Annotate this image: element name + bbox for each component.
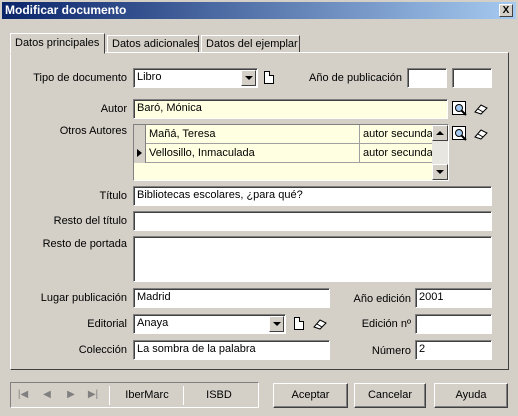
- anio-edicion-label: Año edición: [353, 293, 412, 305]
- tab-datos-principales[interactable]: Datos principales: [10, 33, 105, 54]
- search-icon[interactable]: [452, 101, 468, 117]
- resto-portada-label: Resto de portada: [42, 238, 127, 250]
- table-row[interactable]: Vellosillo, Inmaculada autor secunda: [134, 144, 432, 163]
- grid-cell-name[interactable]: Mañá, Teresa: [149, 128, 358, 140]
- dropdown-arrow-icon[interactable]: [241, 70, 256, 86]
- dropdown-arrow-icon[interactable]: [269, 316, 284, 332]
- window-title: Modificar documento: [5, 3, 127, 17]
- eraser-icon[interactable]: [313, 318, 327, 330]
- scroll-down-icon[interactable]: [432, 164, 448, 180]
- isbd-button[interactable]: ISBD: [189, 388, 249, 403]
- numero-label: Número: [371, 345, 411, 357]
- resto-titulo-label: Resto del título: [53, 215, 127, 227]
- modificar-documento-dialog: Modificar documento X Datos principales …: [0, 0, 518, 416]
- anio-edicion-field[interactable]: 2001: [415, 288, 492, 308]
- lugar-publicacion-field[interactable]: Madrid: [133, 288, 330, 308]
- separator: [183, 386, 184, 405]
- eraser-icon[interactable]: [474, 128, 488, 140]
- next-record-icon[interactable]: ▶: [65, 389, 77, 401]
- aceptar-button[interactable]: Aceptar: [273, 383, 348, 408]
- title-bar: Modificar documento X: [2, 2, 516, 19]
- close-button[interactable]: X: [499, 4, 513, 17]
- last-record-icon[interactable]: ▶|: [87, 389, 99, 401]
- tipo-documento-value: Libro: [137, 71, 162, 83]
- titulo-label: Título: [99, 190, 127, 202]
- anio-publicacion-label: Año de publicación: [309, 72, 402, 84]
- numero-field[interactable]: 2: [415, 340, 492, 360]
- editorial-label: Editorial: [87, 318, 127, 330]
- grid-cell-role[interactable]: autor secunda: [359, 125, 432, 144]
- edicion-no-label: Edición nº: [361, 318, 411, 330]
- new-document-icon[interactable]: [294, 317, 304, 330]
- cancelar-button[interactable]: Cancelar: [354, 383, 426, 408]
- tipo-documento-select[interactable]: Libro: [133, 68, 258, 88]
- new-document-icon[interactable]: [264, 71, 274, 84]
- row-indicator-selected[interactable]: [134, 144, 146, 163]
- previous-record-icon[interactable]: ◀: [41, 389, 53, 401]
- ibermarc-button[interactable]: IberMarc: [115, 388, 179, 403]
- otros-autores-label: Otros Autores: [59, 125, 127, 137]
- row-indicator[interactable]: [134, 125, 146, 144]
- autor-field[interactable]: Baró, Mónica: [133, 99, 448, 119]
- resto-portada-textarea[interactable]: [133, 236, 492, 282]
- autor-label: Autor: [100, 103, 127, 115]
- resto-titulo-field[interactable]: [133, 211, 492, 231]
- coleccion-field[interactable]: La sombra de la palabra: [133, 340, 330, 360]
- coleccion-label: Colección: [78, 344, 127, 356]
- scroll-up-icon[interactable]: [432, 125, 448, 141]
- table-row[interactable]: Mañá, Teresa autor secunda: [134, 125, 432, 144]
- anio-publicacion-field-1[interactable]: [407, 68, 447, 88]
- anio-publicacion-field-2[interactable]: [452, 68, 492, 88]
- ayuda-button[interactable]: Ayuda: [434, 383, 508, 408]
- tipo-documento-label: Tipo de documento: [33, 72, 127, 84]
- eraser-icon[interactable]: [474, 103, 488, 115]
- first-record-icon[interactable]: |◀: [17, 389, 29, 401]
- search-icon[interactable]: [452, 126, 468, 142]
- editorial-value: Anaya: [137, 317, 169, 329]
- grid-scrollbar[interactable]: [432, 125, 448, 180]
- tab-datos-adicionales[interactable]: Datos adicionales: [107, 35, 199, 53]
- editorial-select[interactable]: Anaya: [133, 314, 286, 334]
- edicion-no-field[interactable]: [415, 314, 492, 334]
- tab-datos-ejemplar[interactable]: Datos del ejemplar: [201, 35, 300, 53]
- lugar-publicacion-label: Lugar publicación: [40, 292, 127, 304]
- grid-cell-name[interactable]: Vellosillo, Inmaculada: [149, 147, 358, 159]
- grid-cell-role[interactable]: autor secunda: [359, 144, 432, 163]
- titulo-field[interactable]: Bibliotecas escolares, ¿para qué?: [133, 186, 492, 206]
- separator: [109, 386, 110, 405]
- otros-autores-grid[interactable]: Mañá, Teresa autor secunda Vellosillo, I…: [133, 124, 449, 181]
- record-navigation-bar: |◀ ◀ ▶ ▶| IberMarc ISBD: [10, 382, 259, 408]
